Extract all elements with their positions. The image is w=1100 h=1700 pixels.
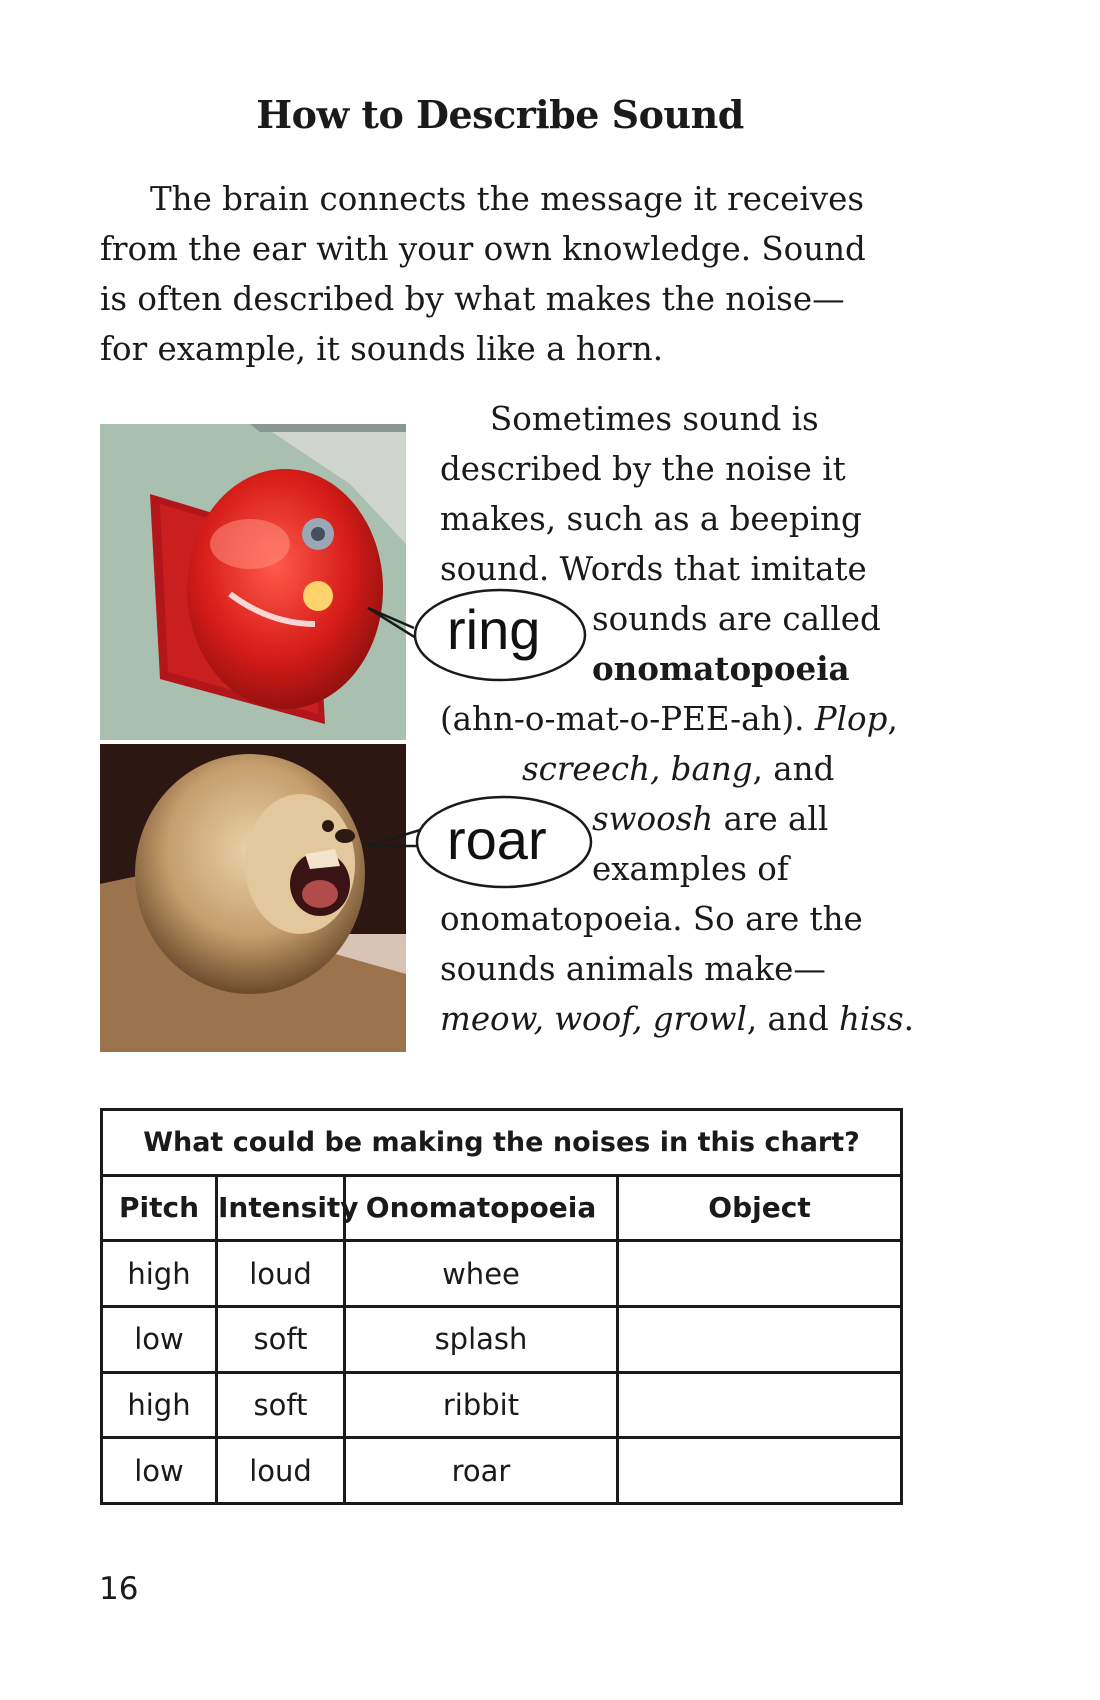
cell-object[interactable] <box>616 1304 903 1374</box>
cell-onomatopoeia: roar <box>343 1436 619 1505</box>
column-line: makes, such as a beeping <box>440 500 862 538</box>
column-line: screech, bang, and <box>440 744 910 794</box>
column-line: meow, woof, growl, and hiss. <box>440 994 914 1044</box>
animal-sound: hiss <box>838 1000 904 1038</box>
column-line: sounds animals make— <box>440 950 826 988</box>
table-row: low loud roar <box>100 1436 903 1505</box>
animal-sounds: meow, woof, growl <box>440 1000 747 1038</box>
cell-object[interactable] <box>616 1239 903 1308</box>
column-line: examples of <box>592 850 789 888</box>
header-onomatopoeia: Onomatopoeia <box>343 1173 619 1243</box>
header-pitch: Pitch <box>100 1173 218 1243</box>
table-row: high loud whee <box>100 1239 903 1308</box>
cell-intensity: loud <box>215 1239 346 1308</box>
cell-pitch: high <box>100 1239 218 1308</box>
table-row: low soft splash <box>100 1304 903 1374</box>
connector-text: are all <box>713 800 829 838</box>
intro-text: The brain connects the message it receiv… <box>100 180 866 368</box>
connector-text: , and <box>752 750 835 788</box>
example-word: Plop <box>814 700 888 738</box>
column-line: onomatopoeia. So are the <box>440 900 863 938</box>
cell-pitch: high <box>100 1370 218 1440</box>
cell-intensity: loud <box>215 1436 346 1505</box>
punctuation: , <box>887 700 898 738</box>
table-header-row: Pitch Intensity Onomatopoeia Object <box>100 1173 903 1243</box>
page-title: How to Describe Sound <box>256 92 744 137</box>
example-word: swoosh <box>592 800 714 838</box>
header-intensity: Intensity <box>215 1173 359 1243</box>
cell-intensity: soft <box>215 1370 346 1440</box>
cell-onomatopoeia: splash <box>343 1304 619 1374</box>
table-caption: What could be making the noises in this … <box>100 1108 903 1177</box>
example-words: screech, bang <box>522 750 753 788</box>
cell-onomatopoeia: whee <box>343 1239 619 1308</box>
bell-photo <box>100 424 406 740</box>
table-caption-row: What could be making the noises in this … <box>100 1108 903 1177</box>
cell-intensity: soft <box>215 1304 346 1374</box>
pronunciation: (ahn-o-mat-o-PEE-ah). <box>440 700 815 738</box>
column-line: sound. Words that imitate <box>440 550 867 588</box>
cell-pitch: low <box>100 1436 218 1505</box>
onomatopoeia-term: onomatopoeia <box>592 649 850 688</box>
lion-photo <box>100 744 406 1052</box>
cell-object[interactable] <box>616 1436 903 1505</box>
page-number: 16 <box>99 1571 139 1607</box>
column-line: swoosh are all <box>440 794 910 844</box>
intro-paragraph: The brain connects the message it receiv… <box>100 174 880 374</box>
sound-chart-table: What could be making the noises in this … <box>100 1108 903 1505</box>
onomatopoeia-paragraph: Sometimes sound is described by the nois… <box>440 394 914 1044</box>
connector-text: , and <box>746 1000 839 1038</box>
column-line: Sometimes sound is <box>490 400 819 438</box>
column-line: described by the noise it <box>440 450 846 488</box>
cell-onomatopoeia: ribbit <box>343 1370 619 1440</box>
punctuation: . <box>903 1000 914 1038</box>
cell-pitch: low <box>100 1304 218 1374</box>
column-line: (ahn-o-mat-o-PEE-ah). Plop, <box>440 694 910 744</box>
column-line: sounds are called <box>592 600 881 638</box>
header-object: Object <box>616 1173 903 1243</box>
table-row: high soft ribbit <box>100 1370 903 1440</box>
cell-object[interactable] <box>616 1370 903 1440</box>
